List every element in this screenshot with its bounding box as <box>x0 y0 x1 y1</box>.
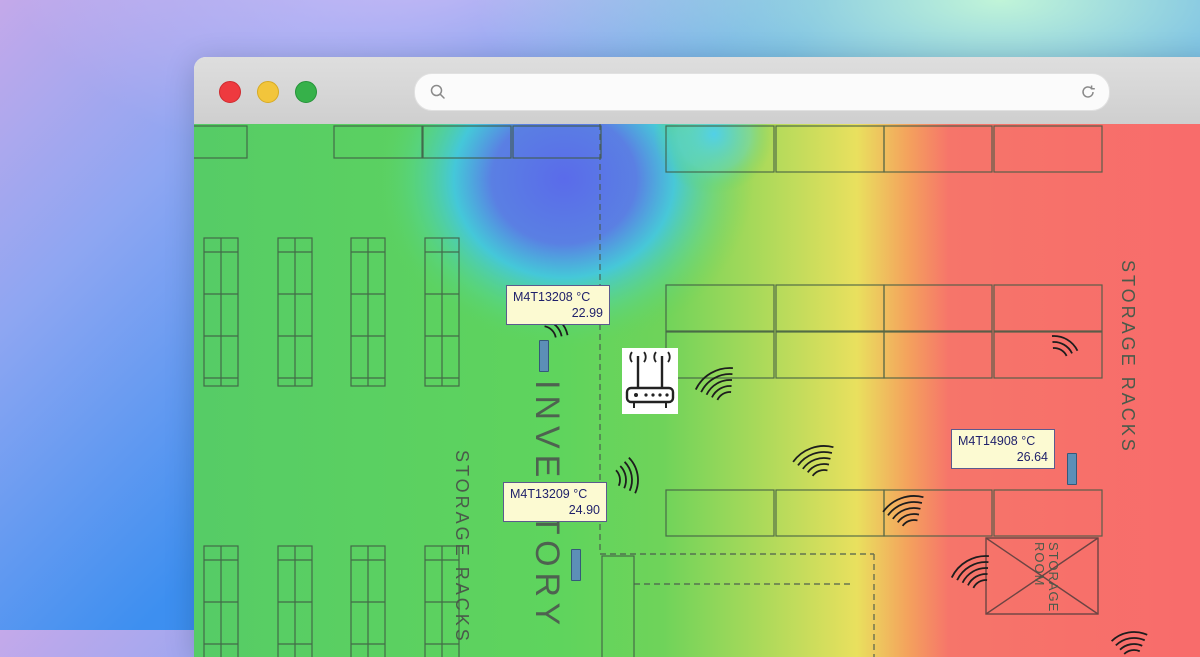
sensor-device[interactable] <box>1067 453 1077 485</box>
wifi-signal-icon <box>615 456 639 494</box>
wifi-signal-icon <box>1051 335 1079 357</box>
doorway <box>601 555 635 657</box>
maximize-window-button[interactable] <box>295 81 317 103</box>
sensor-id: M4T13208 °C <box>513 290 591 304</box>
sensor-id: M4T13209 °C <box>510 487 588 501</box>
router-icon[interactable] <box>622 348 678 414</box>
sensor-tag-m4t13208[interactable]: M4T13208 °C 22.99 <box>506 285 610 325</box>
heatmap-view: STORAGE RACKS INVENTORY STORAGE RACKS ST… <box>194 124 1200 657</box>
search-icon <box>430 84 445 99</box>
wifi-signal-icon <box>1110 631 1148 655</box>
minimize-window-button[interactable] <box>257 81 279 103</box>
sensor-device[interactable] <box>571 549 581 581</box>
sensor-id: M4T14908 °C <box>958 434 1036 448</box>
sensor-value: 22.99 <box>571 306 603 320</box>
sensor-device[interactable] <box>539 340 549 372</box>
address-bar[interactable] <box>414 73 1110 111</box>
close-window-button[interactable] <box>219 81 241 103</box>
sensor-tag-m4t14908[interactable]: M4T14908 °C 26.64 <box>951 429 1055 469</box>
wifi-signal-icon <box>694 367 733 401</box>
wifi-signal-icon <box>950 555 989 589</box>
left-racks <box>203 237 460 657</box>
wifi-signal-icon <box>882 495 924 527</box>
sensor-tag-m4t13209[interactable]: M4T13209 °C 24.90 <box>503 482 607 522</box>
sensor-value: 24.90 <box>568 503 600 517</box>
storage-racks-left-label: STORAGE RACKS <box>452 450 472 644</box>
reload-icon[interactable] <box>1079 83 1097 101</box>
browser-titlebar <box>194 57 1200 125</box>
wifi-signal-icon <box>792 445 834 477</box>
browser-window: STORAGE RACKS INVENTORY STORAGE RACKS ST… <box>194 57 1200 657</box>
storage-racks-right-label: STORAGE RACKS <box>1118 260 1138 454</box>
sensor-value: 26.64 <box>1016 450 1048 464</box>
storage-room-label: STORAGE ROOM <box>1032 542 1061 613</box>
